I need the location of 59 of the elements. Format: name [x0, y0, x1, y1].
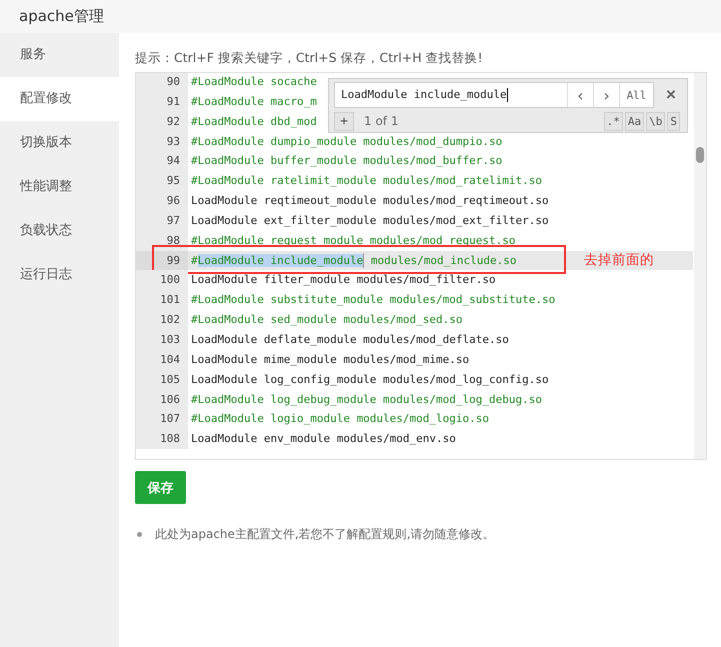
line-number: 90	[136, 73, 188, 92]
code-line: LoadModule deflate_module modules/mod_deflate.so	[190, 332, 509, 348]
code-line: #LoadModule substitute_module modules/mod_substitute.so	[190, 292, 556, 308]
line-number: 101	[136, 290, 188, 310]
line-number: 104	[136, 350, 188, 370]
scrollbar[interactable]	[694, 73, 706, 459]
match-count: 1 of 1	[364, 114, 398, 128]
search-option-button[interactable]: Aa	[624, 112, 644, 130]
code-line: #LoadModule dumpio_module modules/mod_dumpio.so	[190, 134, 502, 150]
code-line: LoadModule reqtimeout_module modules/mod_reqtimeout.so	[190, 193, 549, 210]
save-button[interactable]: 保存	[135, 471, 186, 504]
code-line: #LoadModule dbd_mod	[190, 114, 317, 130]
line-number: 95	[136, 171, 188, 192]
sidebar-item[interactable]: 配置修改	[0, 77, 119, 121]
line-number: 108	[136, 429, 188, 450]
code-line: #LoadModule sed_module modules/mod_sed.so	[190, 312, 463, 328]
code-line: LoadModule filter_module modules/mod_filter.so	[190, 272, 496, 288]
code-line: #LoadModule socache	[190, 74, 317, 90]
line-number: 99	[136, 250, 188, 270]
code-editor[interactable]	[135, 72, 707, 460]
line-number: 107	[136, 409, 188, 430]
sidebar-item[interactable]: 负载状态	[0, 209, 119, 253]
code-line: #LoadModule include_module modules/mod_include.so	[190, 252, 517, 270]
close-button[interactable]: ×	[664, 85, 678, 105]
line-number: 92	[136, 112, 188, 132]
line-number: 105	[136, 370, 188, 390]
line-number: 97	[136, 210, 188, 231]
bullet-icon	[137, 532, 142, 537]
code-line: LoadModule mime_module modules/mod_mime.so	[190, 352, 470, 368]
code-line: #LoadModule log_debug_module modules/mod_log_debug.so	[190, 392, 542, 408]
add-button[interactable]: +	[334, 112, 354, 130]
code-line: #LoadModule logio_module modules/mod_logio.so	[190, 411, 490, 428]
window-title: apache管理	[19, 7, 104, 26]
hint-text: 提示：Ctrl+F 搜索关键字，Ctrl+S 保存，Ctrl+H 查找替换!	[135, 49, 484, 67]
sidebar-item[interactable]: 性能调整	[0, 165, 119, 209]
line-number: 96	[136, 191, 188, 211]
note-text: 此处为apache主配置文件,若您不了解配置规则,请勿随意修改。	[155, 526, 495, 543]
code-line: LoadModule env_module modules/mod_env.so	[190, 431, 456, 448]
line-number: 91	[136, 92, 188, 112]
code-line: LoadModule log_config_module modules/mod_log_config.so	[190, 372, 549, 388]
search-option-button[interactable]: \b	[646, 112, 666, 130]
code-line: #LoadModule macro_m	[190, 94, 317, 110]
code-line: #LoadModule buffer_module modules/mod_buffer.so	[190, 153, 502, 170]
sidebar-item[interactable]: 运行日志	[0, 253, 119, 297]
line-number: 94	[136, 151, 188, 172]
code-line: LoadModule ext_filter_module modules/mod_ext_filter.so	[190, 212, 549, 229]
sidebar-item[interactable]: 切换版本	[0, 121, 119, 165]
annotation-text: 去掉前面的	[584, 250, 654, 270]
sidebar-item[interactable]: 服务	[0, 33, 119, 77]
code-line: #LoadModule request_module modules/mod_request.so	[190, 232, 516, 249]
scrollbar-thumb[interactable]	[696, 147, 704, 163]
search-option-button[interactable]: S	[667, 112, 680, 130]
line-number: 103	[136, 330, 188, 350]
line-number: 106	[136, 390, 188, 410]
line-number: 93	[136, 132, 188, 152]
line-number: 102	[136, 310, 188, 330]
search-option-button[interactable]: .*	[604, 112, 623, 130]
code-line: #LoadModule ratelimit_module modules/mod_ratelimit.so	[190, 173, 542, 190]
line-number: 100	[136, 270, 188, 290]
